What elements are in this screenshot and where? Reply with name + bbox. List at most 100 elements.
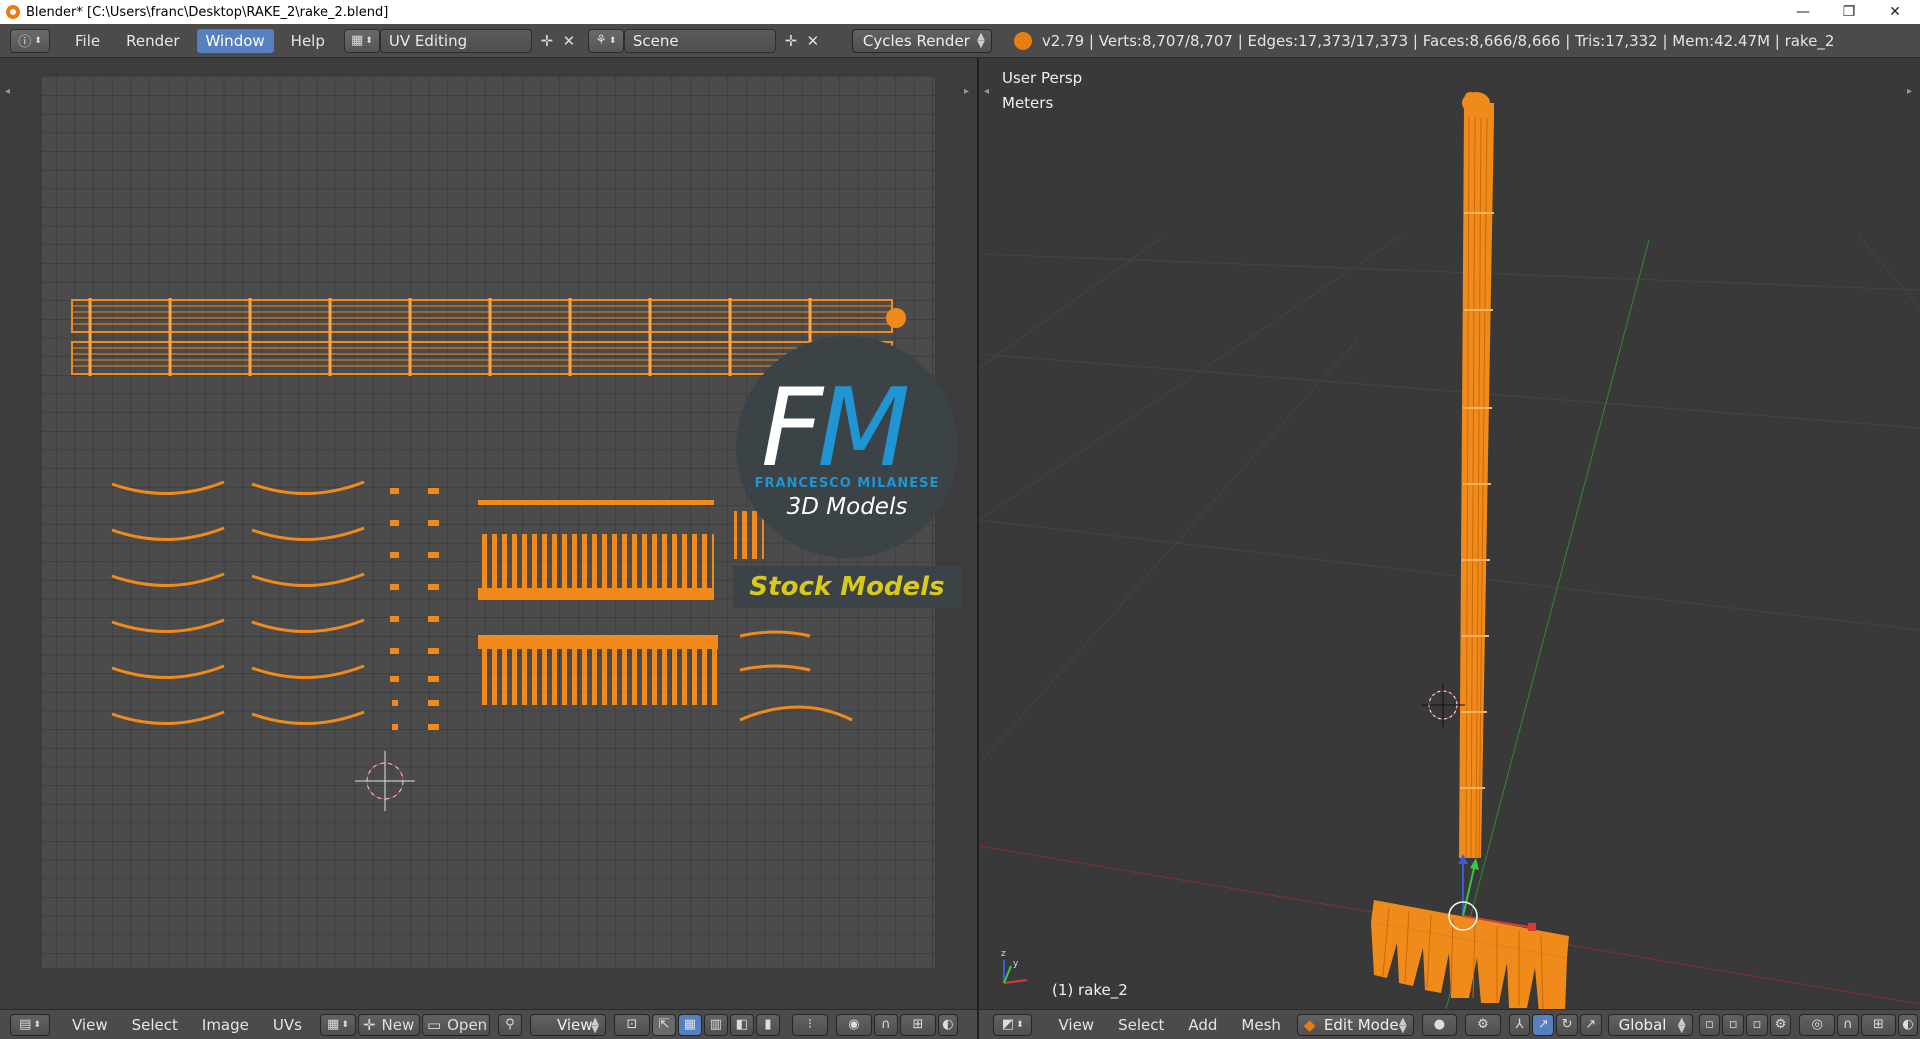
transform-orientation-label: Global	[1618, 1015, 1667, 1034]
viewport-canvas[interactable]: ◂ ▸ z y	[979, 58, 1920, 1009]
open-image-button[interactable]: ▭ Open	[421, 1013, 490, 1036]
pin-icon[interactable]: ⚲	[497, 1013, 522, 1036]
window-title: Blender* [C:\Users\franc\Desktop\RAKE_2\…	[26, 4, 389, 20]
region-expand-icon[interactable]: ▸	[964, 86, 969, 97]
select-island-icon[interactable]: ▮	[755, 1013, 780, 1036]
scene-field[interactable]: Scene	[623, 28, 776, 53]
menu-window[interactable]: Window	[196, 28, 274, 53]
pivot-icon[interactable]: ⊡	[613, 1013, 650, 1036]
new-image-button[interactable]: ✛ New	[357, 1013, 420, 1036]
svg-text:z: z	[1001, 949, 1006, 959]
view-mode-label: View	[556, 1015, 593, 1034]
units-label: Meters	[1002, 94, 1054, 112]
uv-editor-header: ▤ ⬍ View Select Image UVs ▦ ⬍ ✛ New ▭ Open ⚲…	[0, 1009, 977, 1039]
snap-icon[interactable]: ∩	[873, 1013, 898, 1036]
limit-selection-icon[interactable]: ⚙	[1769, 1013, 1792, 1036]
render-engine-label: Cycles Render	[862, 31, 970, 50]
select-vertex-mode-icon[interactable]: ▫	[1698, 1013, 1721, 1036]
region-expand-icon[interactable]: ▸	[1907, 86, 1912, 97]
scale-manipulator-icon[interactable]: ↗	[1579, 1013, 1602, 1036]
interaction-mode-label: Edit Mode	[1323, 1015, 1399, 1034]
scene-stats: v2.79 | Verts:8,707/8,707 | Edges:17,373…	[1041, 31, 1835, 50]
opengl-render-icon[interactable]: ◐	[1898, 1013, 1918, 1036]
remove-scene-icon[interactable]: ✕	[802, 30, 824, 52]
menu-render[interactable]: Render	[117, 29, 188, 53]
remove-layout-icon[interactable]: ✕	[558, 30, 580, 52]
viewport-shading-icon[interactable]: ●	[1421, 1013, 1458, 1036]
viewport-menu-mesh[interactable]: Mesh	[1229, 1016, 1293, 1034]
region-expand-icon[interactable]: ◂	[5, 86, 10, 97]
menu-file[interactable]: File	[66, 29, 109, 53]
updown-icon: ⬍	[341, 1019, 349, 1030]
add-scene-icon[interactable]: ✛	[780, 30, 802, 52]
rake-mesh[interactable]	[1371, 92, 1569, 1009]
sticky-mode-icon[interactable]: ⁝	[791, 1013, 828, 1036]
transform-orientation-dropdown[interactable]: Global ▲ ▼	[1607, 1013, 1693, 1036]
proportional-edit-icon[interactable]: ◉	[835, 1013, 872, 1036]
uv-menu-uvs[interactable]: UVs	[261, 1016, 314, 1034]
view-name-label: User Persp	[1002, 69, 1083, 87]
svg-text:y: y	[1013, 959, 1019, 969]
screen-layout-browse-button[interactable]: ▦ ⬍	[343, 28, 380, 53]
edit-mode-icon: ◆	[1303, 1015, 1316, 1034]
minimize-button[interactable]: —	[1780, 0, 1826, 24]
uv-menu-image[interactable]: Image	[190, 1016, 261, 1034]
viewport-header: ◩ ⬍ View Select Add Mesh ◆ Edit Mode ▲ ▼ ●…	[979, 1009, 1920, 1039]
info-header: ⓘ ⬍ File Render Window Help ▦ ⬍ UV Editing…	[0, 24, 1920, 58]
manipulator-toggle-icon[interactable]: ⅄	[1508, 1013, 1531, 1036]
menu-help[interactable]: Help	[282, 29, 334, 53]
uv-menu-view[interactable]: View	[60, 1016, 120, 1034]
select-edge-icon[interactable]: ▥	[703, 1013, 728, 1036]
3d-viewport[interactable]: ◂ ▸ z y User Persp Meters (1) rake_2	[979, 58, 1920, 1009]
scene-icon: ⚘	[595, 33, 607, 48]
new-image-label: New	[381, 1015, 415, 1034]
updown-icon: ▲ ▼	[1677, 1015, 1686, 1035]
select-face-mode-icon[interactable]: ▫	[1746, 1013, 1768, 1036]
logo-subtitle: 3D Models	[786, 494, 908, 520]
image-browse-button[interactable]: ▦ ⬍	[319, 1013, 356, 1036]
snap-element-icon[interactable]: ⊞	[899, 1013, 936, 1036]
select-edge-mode-icon[interactable]: ▫	[1722, 1013, 1744, 1036]
logo-letters: FM	[761, 366, 910, 491]
uv-menu-select[interactable]: Select	[120, 1016, 190, 1034]
snap-icon[interactable]: ∩	[1836, 1013, 1859, 1036]
active-object-label: (1) rake_2	[1052, 981, 1128, 999]
view-mode-dropdown[interactable]: View ▲ ▼	[529, 1013, 606, 1036]
sync-selection-icon[interactable]: ⇱	[651, 1013, 676, 1036]
region-expand-icon[interactable]: ◂	[984, 86, 989, 97]
select-vertex-icon[interactable]: ▦	[677, 1013, 702, 1036]
viewport-menu-select[interactable]: Select	[1106, 1016, 1176, 1034]
updown-icon: ⬍	[1016, 1019, 1024, 1030]
pivot-point-icon[interactable]: ⚙	[1465, 1013, 1501, 1036]
updown-icon: ▲ ▼	[591, 1015, 599, 1035]
rotate-manipulator-icon[interactable]: ↻	[1556, 1013, 1578, 1036]
image-icon: ▦	[327, 1017, 340, 1032]
updown-icon: ⬍	[365, 35, 373, 46]
plus-icon: ✛	[362, 1015, 376, 1034]
proportional-edit-icon[interactable]: ◎	[1799, 1013, 1835, 1036]
editor-type-info-button[interactable]: ⓘ ⬍	[10, 28, 50, 53]
updown-icon: ⬍	[33, 1019, 41, 1030]
add-layout-icon[interactable]: ✛	[536, 30, 558, 52]
window-titlebar: Blender* [C:\Users\franc\Desktop\RAKE_2\…	[0, 0, 1920, 24]
close-button[interactable]: ✕	[1872, 0, 1918, 24]
open-image-label: Open	[447, 1015, 488, 1034]
info-icon: ⓘ	[18, 35, 32, 50]
interaction-mode-dropdown[interactable]: ◆ Edit Mode ▲ ▼	[1296, 1013, 1414, 1036]
translate-manipulator-icon[interactable]: ↗	[1532, 1013, 1555, 1036]
3d-cursor-icon[interactable]	[1421, 683, 1465, 727]
viewport-menu-add[interactable]: Add	[1176, 1016, 1229, 1034]
snap-element-icon[interactable]: ⊞	[1860, 1013, 1897, 1036]
updown-icon: ⬍	[608, 35, 617, 46]
render-engine-dropdown[interactable]: Cycles Render ▲ ▼	[851, 28, 992, 53]
render-slot-icon[interactable]: ◐	[937, 1013, 958, 1036]
editor-type-image-button[interactable]: ▤ ⬍	[10, 1013, 50, 1036]
select-face-icon[interactable]: ◧	[729, 1013, 754, 1036]
screen-layout-field[interactable]: UV Editing	[379, 28, 532, 53]
viewport-menu-view[interactable]: View	[1046, 1016, 1106, 1034]
blender-logo-icon	[1013, 31, 1032, 50]
restore-button[interactable]: ❐	[1826, 0, 1872, 24]
editor-type-3d-button[interactable]: ◩ ⬍	[993, 1013, 1033, 1036]
scene-browse-button[interactable]: ⚘ ⬍	[587, 28, 624, 53]
blender-logo-icon	[6, 5, 20, 19]
